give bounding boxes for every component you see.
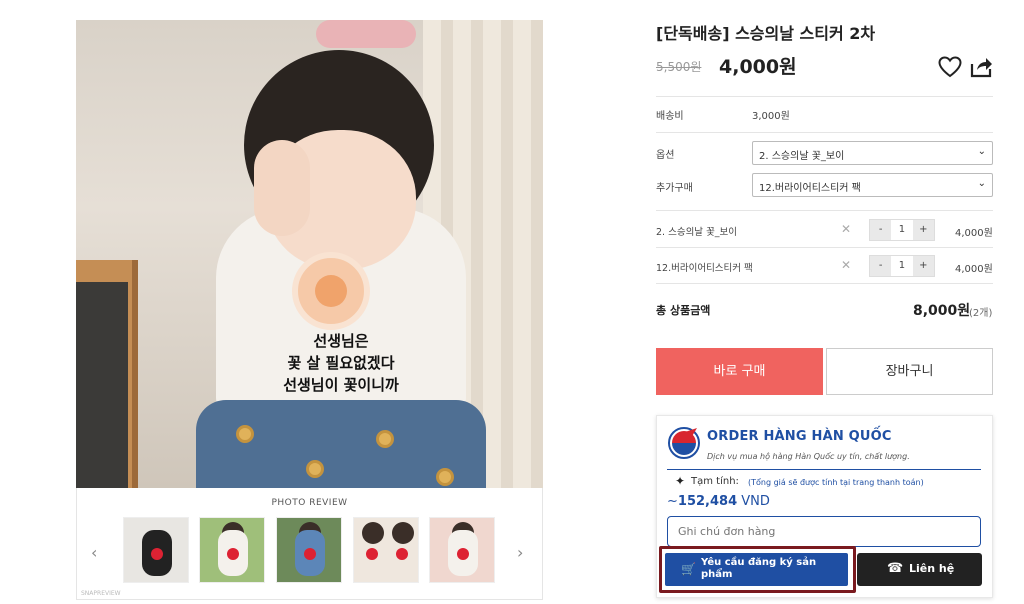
- sticker-line: 선생님은: [313, 332, 369, 350]
- sticker-text: 선생님은 꽃 살 필요없겠다 선생님이 꽃이니까: [251, 330, 431, 396]
- divider: [656, 247, 993, 248]
- thumb-head: [392, 522, 414, 544]
- close-icon[interactable]: ✕: [841, 222, 851, 236]
- line-item-name: 12.버라이어티스티커 팩: [656, 263, 753, 274]
- buy-now-button[interactable]: 바로 구매: [656, 348, 823, 395]
- divider: [656, 210, 993, 211]
- review-watermark: SNAPREVIEW: [81, 590, 121, 597]
- brand-tagline: Dịch vụ mua hộ hàng Hàn Quốc uy tín, chấ…: [707, 452, 910, 461]
- add-to-cart-button[interactable]: 장바구니: [826, 348, 993, 395]
- review-thumb[interactable]: [199, 517, 265, 583]
- option-label: 옵션: [656, 150, 675, 161]
- chalkboard-frame: [76, 260, 138, 488]
- estimate-label: Tạm tính:: [691, 476, 739, 487]
- estimate-value: 152,484: [677, 494, 738, 509]
- close-icon[interactable]: ✕: [841, 258, 851, 272]
- minus-button[interactable]: -: [870, 256, 892, 276]
- total-count: (2개): [969, 308, 993, 319]
- jeans-flower: [436, 468, 454, 486]
- addon-select[interactable]: 12.버라이어티스티커 팩 ⌄: [752, 173, 993, 197]
- cart-icon: 🛒: [681, 562, 696, 576]
- prev-arrow-icon[interactable]: ‹: [91, 543, 97, 562]
- order-note-input[interactable]: [667, 516, 981, 547]
- product-title: [단독배송] 스승의날 스티커 2차: [656, 24, 876, 43]
- original-price: 5,500원: [656, 60, 702, 74]
- addon-label: 추가구매: [656, 183, 693, 194]
- option-select-value: 2. 스승의날 꽃_보이: [759, 151, 845, 162]
- order-widget: ORDER HÀNG HÀN QUỐC Dịch vụ mua hộ hàng …: [656, 415, 993, 598]
- line-item-price: 4,000원: [955, 228, 993, 239]
- quantity-value[interactable]: 1: [891, 256, 912, 276]
- thumb-sticker: [366, 548, 378, 560]
- jeans-flower: [236, 425, 254, 443]
- chevron-down-icon: ⌄: [977, 146, 986, 157]
- quantity-stepper[interactable]: - 1 +: [869, 255, 935, 277]
- thumb-sticker: [227, 548, 239, 560]
- line-item-name: 2. 스승의날 꽃_보이: [656, 227, 738, 238]
- plus-button[interactable]: +: [912, 256, 934, 276]
- jeans-flower: [376, 430, 394, 448]
- review-thumb[interactable]: [123, 517, 189, 583]
- divider: [656, 132, 993, 133]
- thumb-sticker: [396, 548, 408, 560]
- shipping-label: 배송비: [656, 111, 684, 122]
- divider: [656, 96, 993, 97]
- next-arrow-icon[interactable]: ›: [517, 543, 523, 562]
- shipping-value: 3,000원: [752, 111, 790, 122]
- heart-icon[interactable]: [938, 56, 962, 78]
- addon-select-value: 12.버라이어티스티커 팩: [759, 183, 861, 194]
- estimate-currency: VND: [741, 494, 770, 509]
- plus-button[interactable]: +: [912, 220, 934, 240]
- thumb-head: [362, 522, 384, 544]
- review-thumb[interactable]: [353, 517, 419, 583]
- brand-logo-icon: [668, 427, 700, 459]
- contact-label: Liên hệ: [909, 562, 955, 575]
- quantity-stepper[interactable]: - 1 +: [869, 219, 935, 241]
- thumb-sticker: [457, 548, 469, 560]
- brand-name: ORDER HÀNG HÀN QUỐC: [707, 429, 892, 444]
- phone-icon: ☎: [887, 561, 904, 576]
- thumb-sticker: [151, 548, 163, 560]
- total-label: 총 상품금액: [656, 304, 711, 317]
- estimate-prefix: ~: [667, 494, 678, 509]
- product-main-image[interactable]: 선생님은 꽃 살 필요없겠다 선생님이 꽃이니까: [76, 20, 543, 488]
- jeans-flower: [306, 460, 324, 478]
- contact-button[interactable]: ☎ Liên hệ: [857, 553, 982, 586]
- review-thumb[interactable]: [429, 517, 495, 583]
- option-select[interactable]: 2. 스승의날 꽃_보이 ⌄: [752, 141, 993, 165]
- widget-divider: [667, 469, 981, 470]
- flower-center: [315, 275, 347, 307]
- sticker-line: 선생님이 꽃이니까: [283, 376, 399, 394]
- review-thumb[interactable]: [276, 517, 342, 583]
- sticker-line: 꽃 살 필요없겠다: [287, 354, 395, 372]
- request-product-label: Yêu cầu đăng ký sản phẩm: [701, 557, 817, 580]
- divider: [656, 283, 993, 284]
- share-icon[interactable]: [969, 55, 993, 79]
- photo-review-title: PHOTO REVIEW: [271, 498, 348, 508]
- sparkle-icon: ✦: [675, 474, 686, 488]
- request-product-button[interactable]: 🛒 Yêu cầu đăng ký sản phẩm: [665, 553, 848, 586]
- sale-price: 4,000원: [719, 56, 797, 78]
- hair-bow: [316, 20, 416, 48]
- quantity-value[interactable]: 1: [891, 220, 912, 240]
- estimate-note: (Tổng giá sẽ được tính tại trang thanh t…: [748, 478, 924, 487]
- chevron-down-icon: ⌄: [977, 178, 986, 189]
- line-item-price: 4,000원: [955, 264, 993, 275]
- thumb-sticker: [304, 548, 316, 560]
- total-value: 8,000원: [913, 303, 971, 319]
- child-hand: [254, 140, 310, 236]
- minus-button[interactable]: -: [870, 220, 892, 240]
- photo-review: PHOTO REVIEW ‹ › SNAPREVIEW: [76, 488, 543, 600]
- estimate-amount: ~152,484 VND: [667, 494, 770, 509]
- chalkboard: [76, 282, 128, 488]
